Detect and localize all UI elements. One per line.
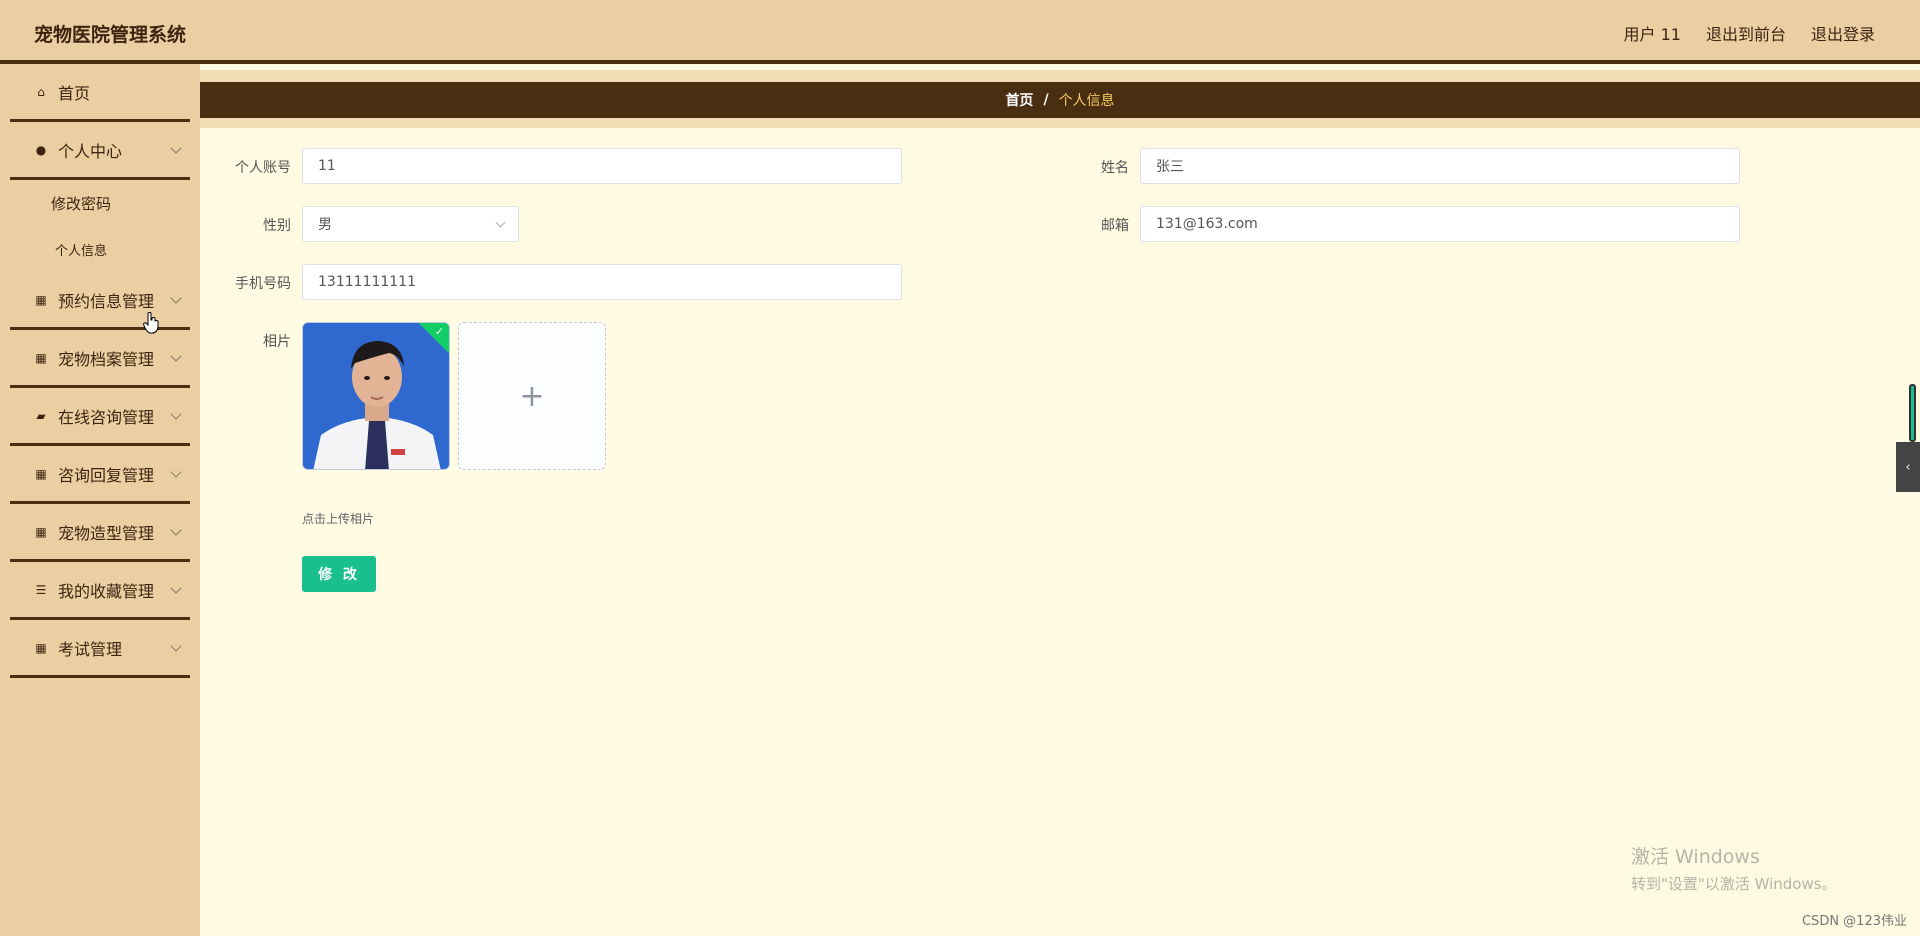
chevron-down-icon bbox=[170, 408, 182, 420]
breadcrumb: 首页 / 个人信息 bbox=[200, 82, 1920, 118]
grid-icon: ▦ bbox=[35, 466, 47, 481]
apps-icon: ▦ bbox=[35, 640, 47, 655]
chevron-down-icon bbox=[170, 582, 182, 594]
grid-icon: ▦ bbox=[35, 524, 47, 539]
account-input[interactable]: 11 bbox=[302, 148, 902, 184]
breadcrumb-home[interactable]: 首页 bbox=[1005, 90, 1033, 110]
sidebar-item-pet-archive[interactable]: ▦ 宠物档案管理 bbox=[10, 330, 190, 388]
briefcase-icon: ▰ bbox=[36, 408, 46, 423]
account-value: 11 bbox=[318, 158, 336, 174]
gender-label: 性别 bbox=[263, 218, 291, 234]
sidebar-item-label: 首页 bbox=[58, 83, 91, 103]
breadcrumb-separator: / bbox=[1043, 92, 1049, 108]
portrait-image bbox=[303, 323, 449, 469]
gender-value: 男 bbox=[318, 217, 332, 233]
home-icon: ⌂ bbox=[37, 84, 45, 99]
chevron-down-icon bbox=[170, 466, 182, 478]
account-label: 个人账号 bbox=[235, 160, 291, 176]
user-icon: ● bbox=[35, 142, 47, 157]
check-icon: ✓ bbox=[434, 325, 444, 338]
email-label: 邮箱 bbox=[1101, 218, 1129, 234]
sidebar-item-label: 我的收藏管理 bbox=[58, 581, 155, 601]
sidebar-item-label: 考试管理 bbox=[58, 639, 123, 659]
sidebar-item-online-consult[interactable]: ▰ 在线咨询管理 bbox=[10, 388, 190, 446]
chevron-left-icon: ‹ bbox=[1905, 459, 1911, 475]
breadcrumb-current: 个人信息 bbox=[1058, 93, 1115, 109]
grid-icon: ▦ bbox=[35, 350, 47, 365]
sidebar: ⌂ 首页 ● 个人中心 修改密码 个人信息 ▦ 预约信息管理 ▦ 宠物档案管理 … bbox=[0, 64, 200, 936]
grid-icon: ▦ bbox=[35, 292, 47, 307]
plus-icon: + bbox=[519, 378, 545, 414]
sidebar-item-label: 在线咨询管理 bbox=[58, 407, 155, 427]
submit-button[interactable]: 修 改 bbox=[302, 556, 376, 592]
sidebar-subitem-change-password[interactable]: 修改密码 bbox=[10, 180, 190, 226]
watermark-line2: 转到"设置"以激活 Windows。 bbox=[1631, 875, 1837, 893]
chevron-down-icon bbox=[170, 292, 182, 304]
exit-to-front-link[interactable]: 退出到前台 bbox=[1706, 21, 1786, 45]
content-under-strip bbox=[200, 118, 1920, 128]
chevron-down-icon bbox=[170, 350, 182, 362]
watermark-line1: 激活 Windows bbox=[1631, 846, 1760, 868]
chevron-down-icon bbox=[170, 524, 182, 536]
name-value: 张三 bbox=[1156, 159, 1184, 175]
chevron-down-icon bbox=[170, 142, 182, 154]
sidebar-item-exam[interactable]: ▦ 考试管理 bbox=[10, 620, 190, 678]
hand-cursor-icon bbox=[143, 312, 159, 334]
list-icon: ☰ bbox=[35, 582, 47, 597]
uploaded-photo[interactable]: ✓ bbox=[302, 322, 450, 470]
current-user: 用户 11 bbox=[1623, 25, 1681, 44]
top-header: 宠物医院管理系统 用户 11 退出到前台 退出登录 bbox=[0, 0, 1920, 64]
upload-tip: 点击上传相片 bbox=[302, 512, 375, 526]
sidebar-subitem-label: 修改密码 bbox=[51, 194, 112, 213]
email-input[interactable]: 131@163.com bbox=[1140, 206, 1740, 242]
sidebar-item-label: 个人中心 bbox=[58, 141, 123, 161]
phone-label: 手机号码 bbox=[235, 276, 291, 292]
sidebar-item-appointment[interactable]: ▦ 预约信息管理 bbox=[10, 272, 190, 330]
name-label: 姓名 bbox=[1101, 160, 1129, 176]
email-value: 131@163.com bbox=[1156, 216, 1258, 232]
windows-activation-watermark: 激活 Windows 转到"设置"以激活 Windows。 bbox=[1631, 842, 1837, 894]
sidebar-item-consult-reply[interactable]: ▦ 咨询回复管理 bbox=[10, 446, 190, 504]
sidebar-item-label: 预约信息管理 bbox=[58, 291, 155, 311]
app-title: 宠物医院管理系统 bbox=[34, 24, 187, 46]
sidebar-item-label: 宠物档案管理 bbox=[58, 349, 155, 369]
gender-select[interactable]: 男 bbox=[302, 206, 519, 242]
csdn-watermark: CSDN @123伟业 bbox=[1801, 914, 1907, 929]
header-actions: 用户 11 退出到前台 退出登录 bbox=[1624, 21, 1875, 45]
sidebar-subitem-label: 个人信息 bbox=[55, 243, 108, 259]
content-top-strip bbox=[200, 70, 1920, 82]
photo-label: 相片 bbox=[263, 334, 291, 350]
sidebar-item-label: 咨询回复管理 bbox=[58, 465, 155, 485]
chevron-down-icon bbox=[170, 640, 182, 652]
scroll-indicator[interactable] bbox=[1909, 384, 1916, 442]
sidebar-item-pet-styling[interactable]: ▦ 宠物造型管理 bbox=[10, 504, 190, 562]
photo-upload-button[interactable]: + bbox=[458, 322, 606, 470]
sidebar-item-personal-center[interactable]: ● 个人中心 bbox=[10, 122, 190, 180]
chevron-down-icon bbox=[495, 217, 506, 228]
sidebar-subitem-personal-info[interactable]: 个人信息 bbox=[10, 226, 190, 272]
phone-input[interactable]: 13111111111 bbox=[302, 264, 902, 300]
logout-link[interactable]: 退出登录 bbox=[1811, 21, 1875, 45]
sidebar-item-favorites[interactable]: ☰ 我的收藏管理 bbox=[10, 562, 190, 620]
phone-value: 13111111111 bbox=[318, 274, 416, 290]
collapse-panel-button[interactable]: ‹ bbox=[1896, 442, 1920, 492]
name-input[interactable]: 张三 bbox=[1140, 148, 1740, 184]
sidebar-item-home[interactable]: ⌂ 首页 bbox=[10, 64, 190, 122]
sidebar-item-label: 宠物造型管理 bbox=[58, 523, 155, 543]
